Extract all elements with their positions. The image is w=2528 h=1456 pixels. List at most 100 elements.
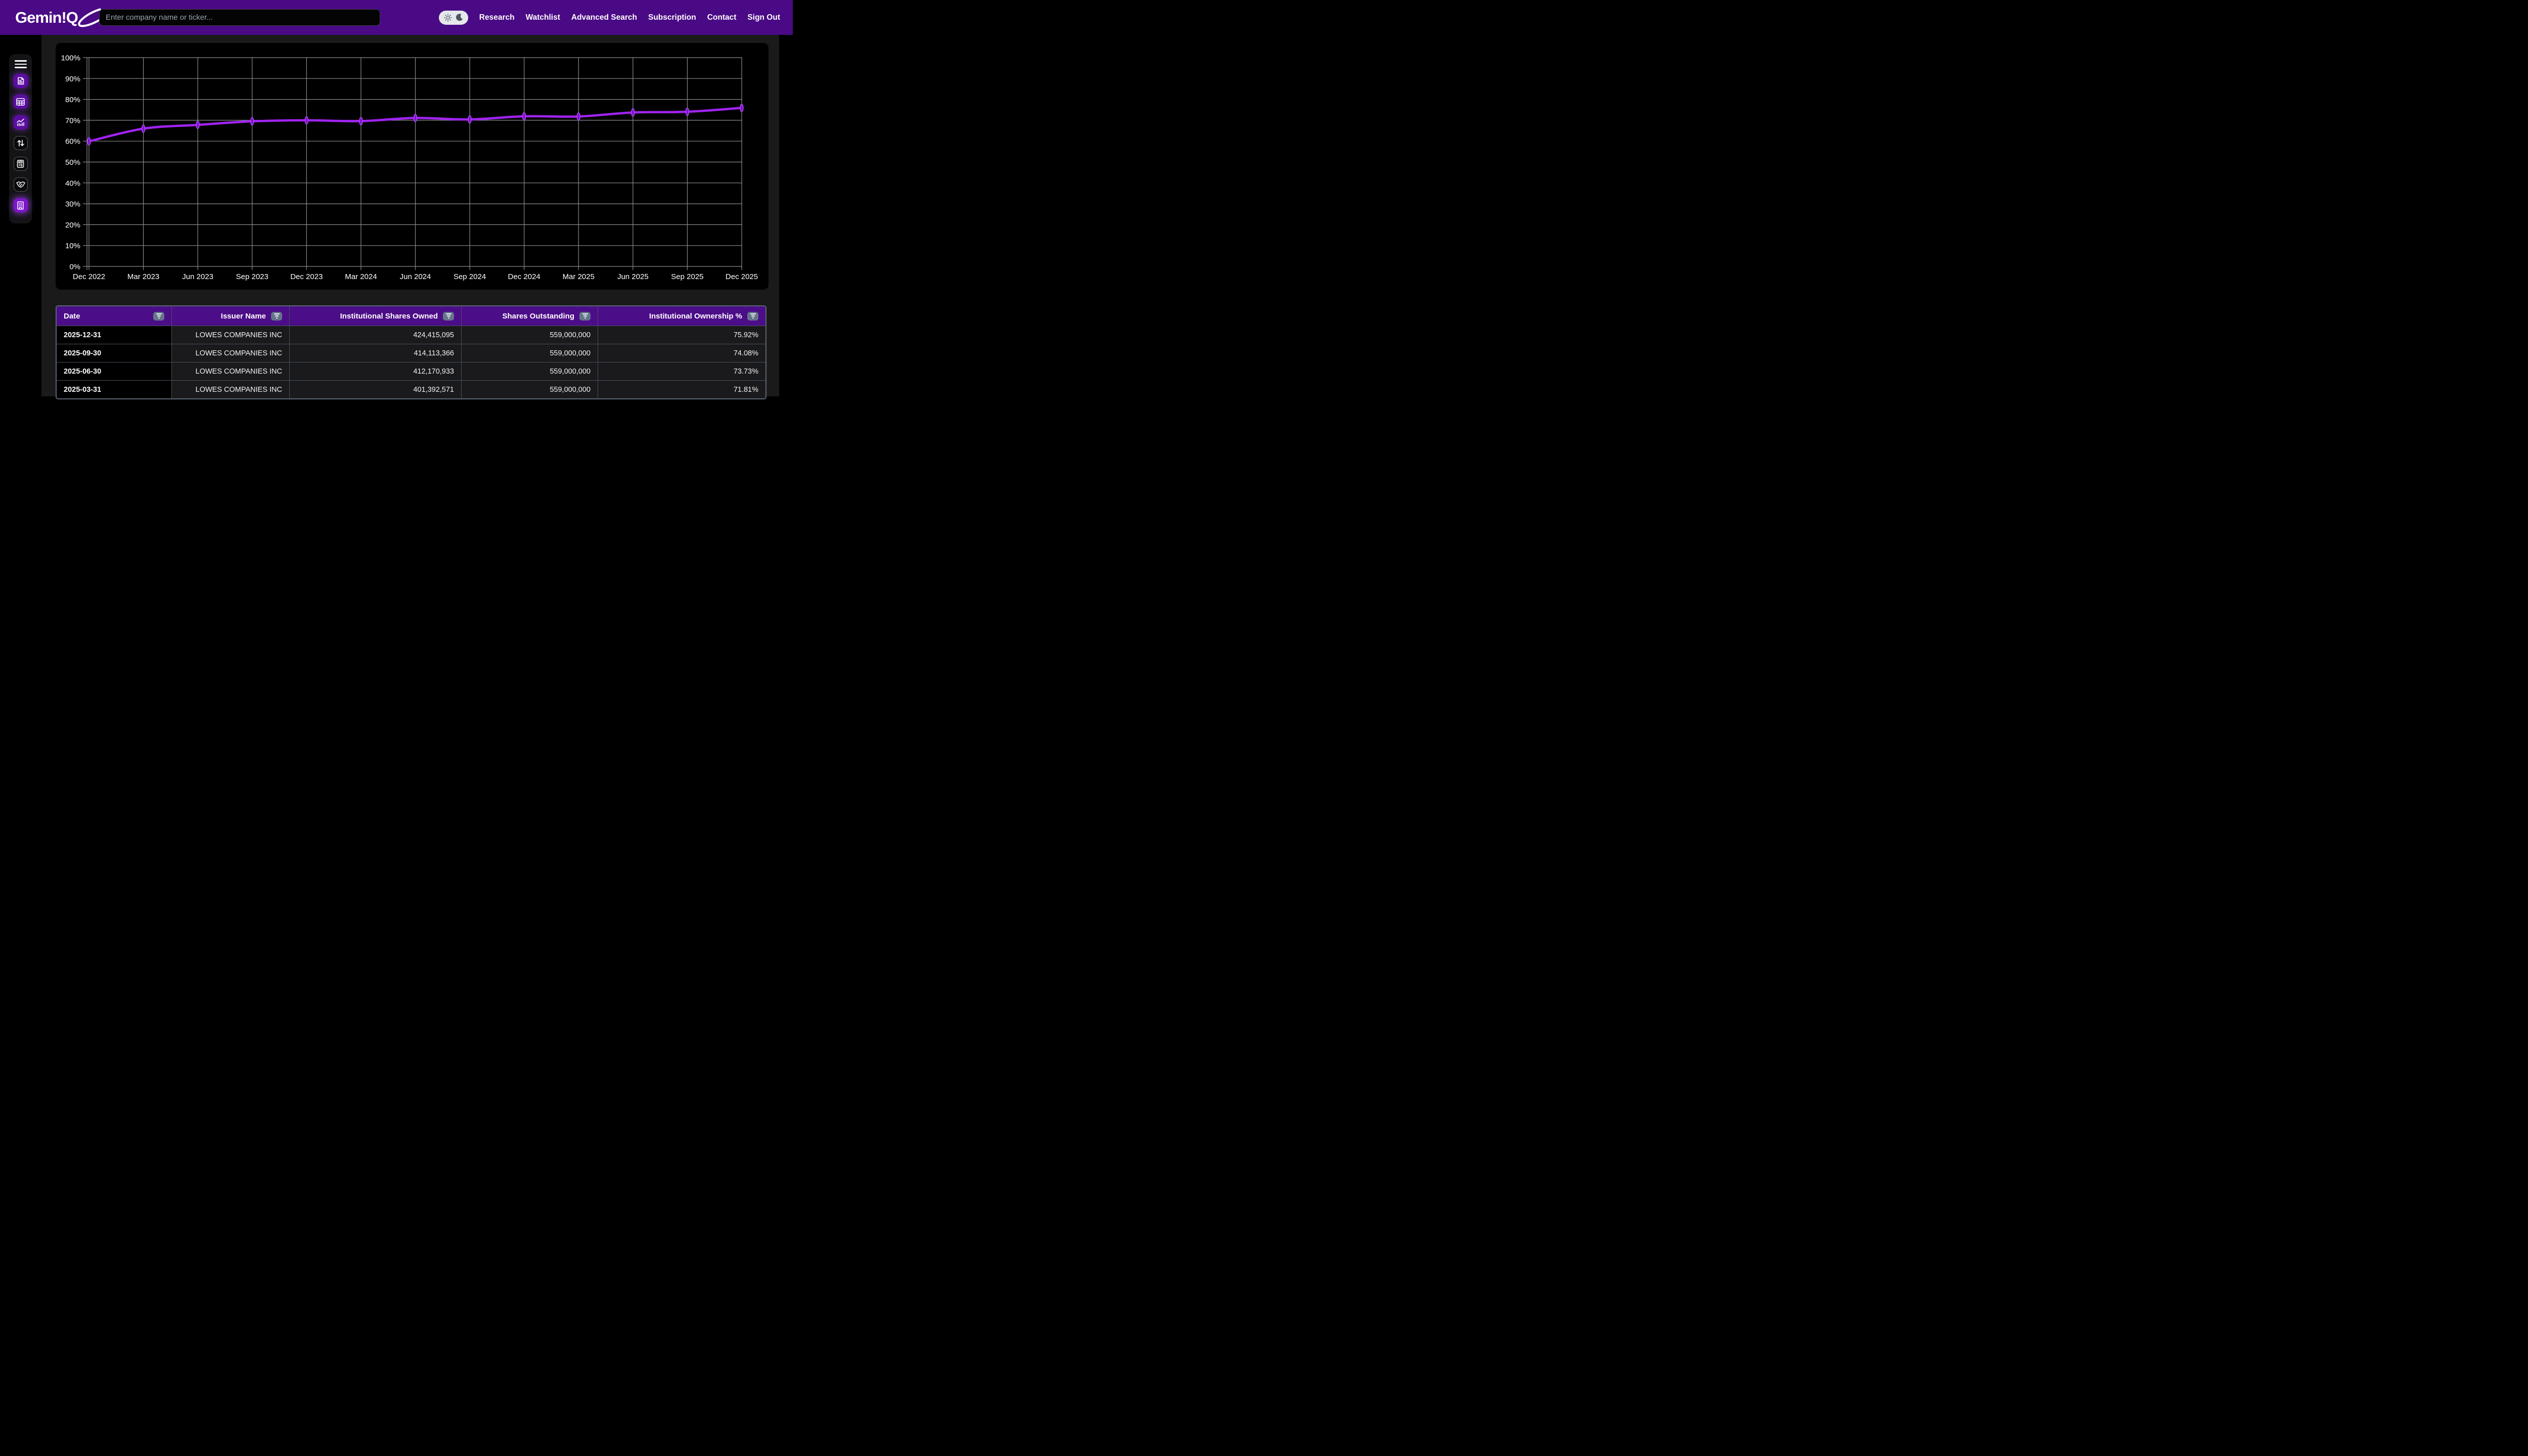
nav-link-watchlist[interactable]: Watchlist: [526, 13, 560, 22]
cell-issuer: LOWES COMPANIES INC: [171, 344, 289, 362]
ownership-chart-card: 0% 10% 20% 30% 40% 50% 60% 70% 80% 90% 100% Dec 202…: [56, 43, 769, 290]
cell-date: 2025-03-31: [57, 380, 171, 398]
data-point-marker: [304, 116, 309, 125]
table-header-row: Date Issuer Name Institutional Shares Ow…: [57, 306, 765, 326]
y-axis-label: 60%: [65, 138, 80, 146]
x-axis-label: Jun 2024: [400, 272, 431, 281]
y-axis-label: 30%: [65, 200, 80, 209]
handshake-icon: [16, 181, 25, 188]
data-point-marker: [468, 115, 472, 124]
menu-icon[interactable]: [14, 59, 27, 69]
data-point-marker: [250, 117, 254, 126]
x-axis-label: Dec 2024: [508, 272, 540, 281]
cell-ownership-pct: 73.73%: [598, 362, 765, 380]
cell-issuer: LOWES COMPANIES INC: [171, 326, 289, 344]
y-axis-label: 80%: [65, 96, 80, 104]
x-axis-label: Sep 2025: [671, 272, 703, 281]
nav-link-research[interactable]: Research: [479, 13, 515, 22]
sidebar-item-sort[interactable]: [13, 136, 28, 150]
sidebar-item-institutions[interactable]: [13, 198, 28, 212]
table-row[interactable]: 2025-03-31 LOWES COMPANIES INC 401,392,5…: [57, 380, 765, 398]
cell-issuer: LOWES COMPANIES INC: [171, 380, 289, 398]
filter-icon[interactable]: [271, 311, 282, 321]
moon-icon: [456, 14, 463, 21]
data-point-marker: [359, 117, 363, 125]
cell-shares-outstanding: 559,000,000: [461, 326, 598, 344]
search-input[interactable]: [99, 9, 380, 26]
filter-icon[interactable]: [579, 311, 591, 321]
x-axis-label: Jun 2023: [182, 272, 213, 281]
table-row[interactable]: 2025-09-30 LOWES COMPANIES INC 414,113,3…: [57, 344, 765, 362]
filter-icon[interactable]: [443, 311, 454, 321]
cell-ownership-pct: 74.08%: [598, 344, 765, 362]
x-axis-label: Jun 2025: [617, 272, 649, 281]
cell-shares-owned: 412,170,933: [289, 362, 461, 380]
x-axis-label: Sep 2024: [454, 272, 486, 281]
chart-icon: [17, 118, 24, 126]
cell-shares-owned: 414,113,366: [289, 344, 461, 362]
sidebar-item-charts[interactable]: [13, 115, 28, 129]
x-axis-label: Mar 2024: [345, 272, 377, 281]
data-point-marker: [631, 108, 635, 117]
x-axis-label: Dec 2023: [290, 272, 323, 281]
cell-date: 2025-06-30: [57, 362, 171, 380]
cell-shares-owned: 424,415,095: [289, 326, 461, 344]
y-axis-label: 50%: [65, 158, 80, 167]
ownership-chart: 0% 10% 20% 30% 40% 50% 60% 70% 80% 90% 100% Dec 202…: [61, 54, 758, 282]
column-header-date[interactable]: Date: [57, 306, 171, 326]
cell-date: 2025-12-31: [57, 326, 171, 344]
sidebar-item-insider[interactable]: [13, 177, 28, 192]
nav-link-advanced-search[interactable]: Advanced Search: [571, 13, 637, 22]
nav-link-subscription[interactable]: Subscription: [648, 13, 696, 22]
document-icon: [17, 77, 24, 85]
x-axis-label: Sep 2023: [236, 272, 268, 281]
building-icon: [17, 201, 24, 210]
calculator-icon: [17, 160, 24, 168]
sidebar-item-table[interactable]: [13, 95, 28, 109]
data-point-marker: [413, 114, 418, 122]
nav-link-sign-out[interactable]: Sign Out: [747, 13, 780, 22]
data-point-marker: [685, 107, 690, 116]
filter-icon[interactable]: [153, 311, 164, 321]
cell-shares-outstanding: 559,000,000: [461, 362, 598, 380]
table-row[interactable]: 2025-06-30 LOWES COMPANIES INC 412,170,9…: [57, 362, 765, 380]
filter-icon[interactable]: [747, 311, 758, 321]
y-axis-label: 10%: [65, 242, 80, 250]
sort-arrows-icon: [17, 140, 24, 147]
data-point-marker: [196, 120, 200, 129]
cell-shares-owned: 401,392,571: [289, 380, 461, 398]
top-navbar: Gemin!Q Research Watchlist Advanced Sear…: [0, 0, 793, 35]
x-axis-label: Dec 2025: [726, 272, 758, 281]
column-header-shares-outstanding[interactable]: Shares Outstanding: [461, 306, 598, 326]
data-point-marker: [740, 104, 744, 112]
navbar-right-group: Research Watchlist Advanced Search Subsc…: [438, 0, 780, 35]
sun-icon: [443, 13, 452, 22]
column-header-ownership-pct[interactable]: Institutional Ownership %: [598, 306, 765, 326]
cell-ownership-pct: 75.92%: [598, 326, 765, 344]
sidebar-item-filings[interactable]: [13, 74, 28, 88]
nav-link-contact[interactable]: Contact: [707, 13, 737, 22]
data-point-marker: [141, 124, 146, 133]
table-icon: [16, 98, 25, 106]
x-axis-label: Mar 2023: [127, 272, 159, 281]
column-header-issuer[interactable]: Issuer Name: [171, 306, 289, 326]
app-logo-text: Gemin!Q: [15, 8, 78, 26]
table-row[interactable]: 2025-12-31 LOWES COMPANIES INC 424,415,0…: [57, 326, 765, 344]
cell-issuer: LOWES COMPANIES INC: [171, 362, 289, 380]
sidebar-item-calculator[interactable]: [13, 157, 28, 171]
y-axis-label: 90%: [65, 75, 80, 83]
theme-toggle[interactable]: [438, 10, 468, 25]
data-point-marker: [576, 112, 580, 121]
y-axis-label: 20%: [65, 221, 80, 230]
app-logo[interactable]: Gemin!Q: [15, 0, 110, 35]
data-point-marker: [522, 112, 526, 121]
cell-ownership-pct: 71.81%: [598, 380, 765, 398]
x-axis-label: Dec 2022: [73, 272, 105, 281]
cell-date: 2025-09-30: [57, 344, 171, 362]
column-header-shares-owned[interactable]: Institutional Shares Owned: [289, 306, 461, 326]
y-axis-label: 0%: [69, 263, 80, 271]
sidebar: [9, 54, 32, 223]
y-axis-label: 70%: [65, 116, 80, 125]
cell-shares-outstanding: 559,000,000: [461, 344, 598, 362]
y-axis-label: 40%: [65, 179, 80, 188]
